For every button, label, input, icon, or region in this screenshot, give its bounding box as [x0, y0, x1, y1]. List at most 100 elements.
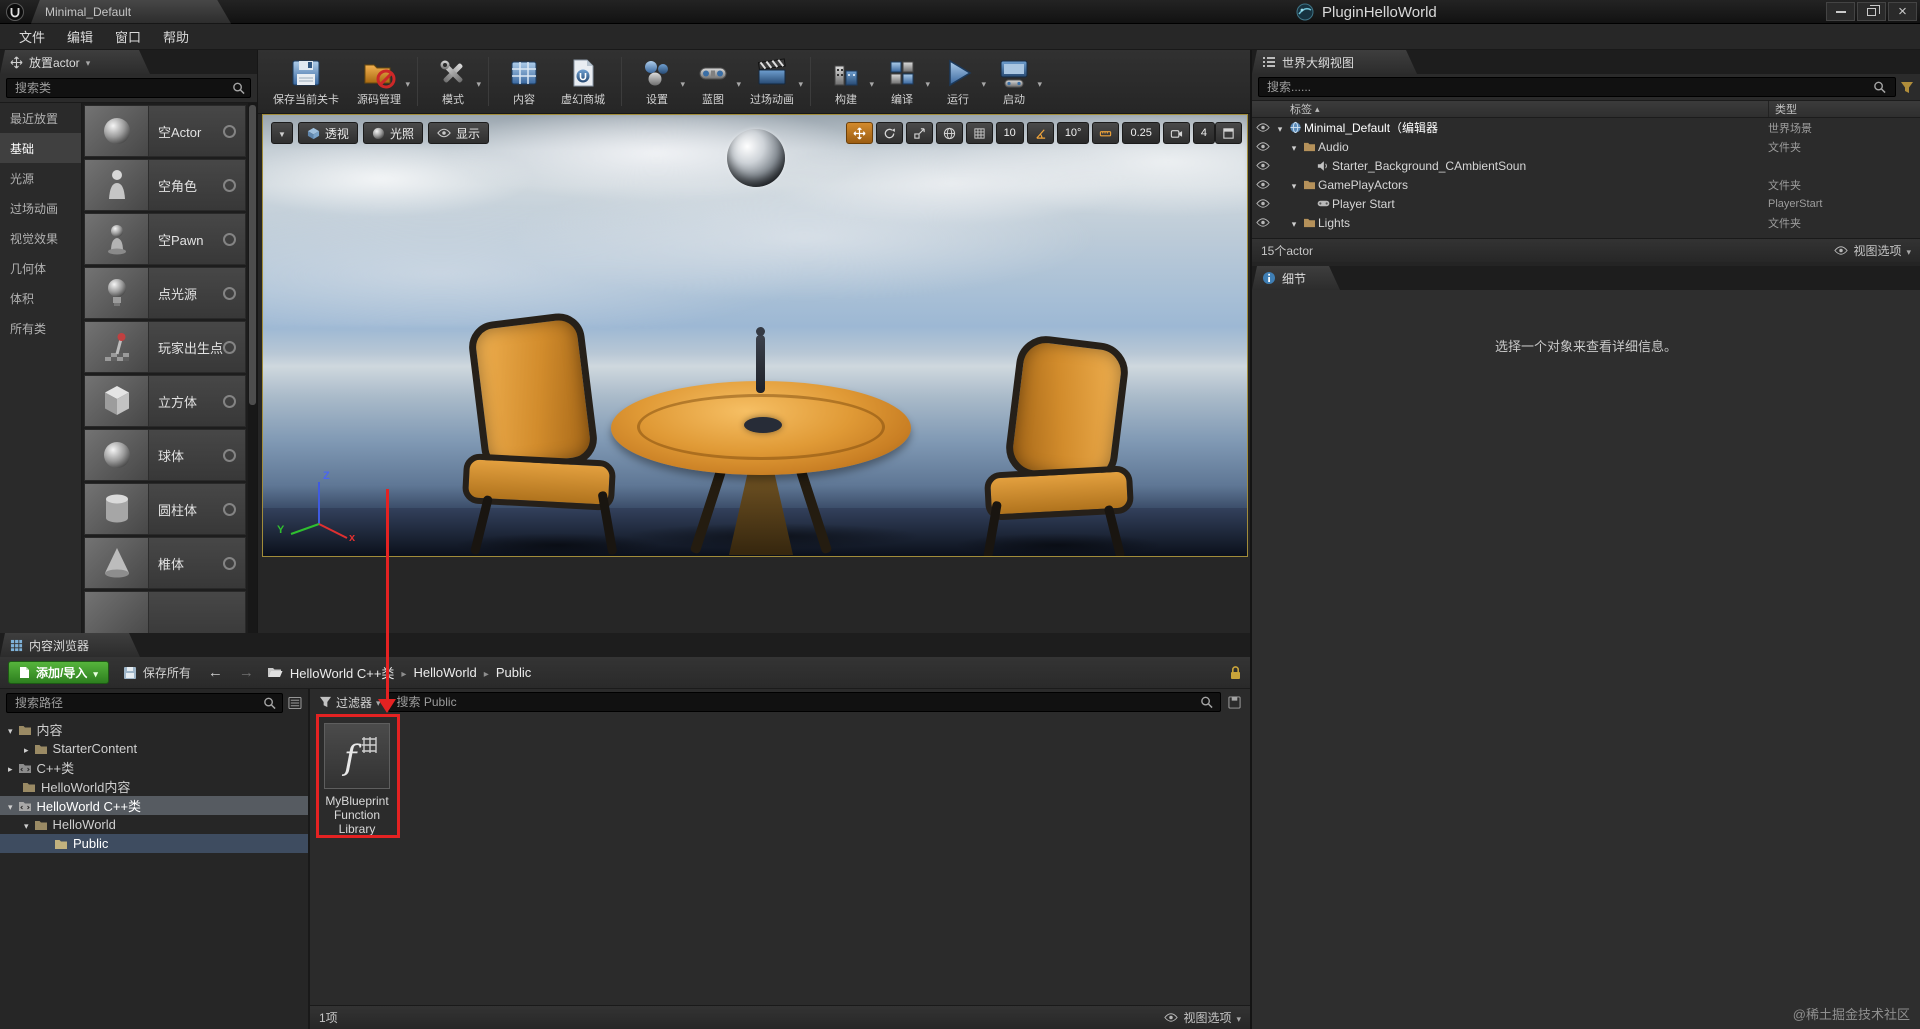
compile-button[interactable]: 编译 [874, 52, 930, 111]
visibility-eye-icon[interactable] [1252, 161, 1274, 170]
breadcrumb-item[interactable]: Public [496, 665, 531, 680]
tree-item-helloworld-content[interactable]: HelloWorld内容 [0, 777, 308, 796]
expand-arrow-icon[interactable] [1288, 140, 1300, 154]
outliner-search-input[interactable] [1258, 77, 1896, 97]
drag-handle-icon[interactable] [223, 502, 236, 516]
add-import-button[interactable]: 添加/导入 [8, 661, 109, 684]
visibility-eye-icon[interactable] [1252, 218, 1274, 227]
build-button[interactable]: 构建 [818, 52, 874, 111]
drag-handle-icon[interactable] [223, 178, 236, 192]
close-button[interactable] [1888, 2, 1917, 21]
class-search-input[interactable] [6, 78, 251, 98]
scale-snap-value[interactable]: 0.25 [1122, 122, 1160, 144]
scrollbar-thumb[interactable] [249, 105, 256, 405]
category-all-classes[interactable]: 所有类 [0, 313, 81, 343]
forward-arrow-button[interactable]: → [236, 664, 257, 681]
list-item-cube[interactable]: 立方体 [84, 375, 246, 427]
view-mode-button[interactable]: 透视 [297, 122, 358, 144]
list-item-cylinder[interactable]: 圆柱体 [84, 483, 246, 535]
category-recent[interactable]: 最近放置 [0, 103, 81, 133]
expand-arrow-icon[interactable] [24, 817, 29, 832]
menu-file[interactable]: 文件 [8, 23, 56, 50]
list-item-player-start[interactable]: 玩家出生点 [84, 321, 246, 373]
tree-item-public[interactable]: Public [0, 834, 308, 853]
blueprints-button[interactable]: 蓝图 [685, 52, 741, 111]
place-actors-scrollbar[interactable] [248, 103, 257, 633]
visibility-eye-icon[interactable] [1252, 142, 1274, 151]
outliner-filter-icon[interactable] [1900, 81, 1914, 94]
save-level-button[interactable]: 保存当前关卡 [264, 52, 348, 111]
breadcrumb-item[interactable]: HelloWorld [413, 665, 476, 680]
breadcrumb-item[interactable]: HelloWorld C++类 [290, 663, 395, 682]
expand-arrow-icon[interactable] [8, 760, 13, 775]
outliner-row-audio[interactable]: Audio 文件夹 [1252, 137, 1920, 156]
category-volumes[interactable]: 体积 [0, 283, 81, 313]
grid-snap-value[interactable]: 10 [995, 122, 1024, 144]
scale-snap-button[interactable] [1092, 122, 1120, 144]
rotate-tool-button[interactable] [875, 122, 903, 144]
view-options-button[interactable]: 视图选项 [1853, 242, 1901, 259]
place-actors-tab[interactable]: 放置actor [0, 50, 150, 74]
category-visual-effects[interactable]: 视觉效果 [0, 223, 81, 253]
cinematics-button[interactable]: 过场动画 [741, 52, 803, 111]
modes-button[interactable]: 模式 [425, 52, 481, 111]
drag-handle-icon[interactable] [223, 448, 236, 462]
tree-item-content[interactable]: 内容 [0, 720, 308, 739]
viewport-options-button[interactable] [271, 122, 293, 144]
level-tab[interactable]: Minimal_Default [31, 0, 231, 24]
outliner-row-level[interactable]: Minimal_Default（编辑器 世界场景 [1252, 118, 1920, 137]
tree-item-starter-content[interactable]: StarterContent [0, 739, 308, 758]
world-local-toggle-button[interactable] [935, 122, 963, 144]
angle-snap-button[interactable] [1026, 122, 1054, 144]
back-arrow-button[interactable]: ← [205, 664, 226, 681]
asset-search-input[interactable] [387, 692, 1221, 712]
angle-snap-value[interactable]: 10° [1056, 122, 1090, 144]
list-item-cone[interactable]: 椎体 [84, 537, 246, 589]
viewport[interactable]: 透视 光照 显示 10 10° [262, 114, 1248, 557]
content-button[interactable]: 内容 [496, 52, 552, 111]
drag-handle-icon[interactable] [223, 124, 236, 138]
camera-speed-value[interactable]: 4 [1192, 122, 1215, 144]
maximize-viewport-button[interactable] [1215, 122, 1242, 144]
list-item-empty-actor[interactable]: 空Actor [84, 105, 246, 157]
lit-mode-button[interactable]: 光照 [362, 122, 423, 144]
outliner-row-player-start[interactable]: Player Start PlayerStart [1252, 194, 1920, 213]
expand-arrow-icon[interactable] [8, 798, 13, 813]
expand-arrow-icon[interactable] [1288, 216, 1300, 230]
expand-arrow-icon[interactable] [1288, 178, 1300, 192]
launch-button[interactable]: 启动 [986, 52, 1042, 111]
content-browser-tab[interactable]: 内容浏览器 [0, 633, 140, 657]
drag-handle-icon[interactable] [223, 340, 236, 354]
tree-item-cpp-classes[interactable]: C++类 [0, 758, 308, 777]
source-control-button[interactable]: 源码管理 [348, 52, 410, 111]
filters-button[interactable]: 过滤器 [319, 694, 381, 711]
lock-icon[interactable] [1229, 665, 1242, 680]
restore-button[interactable] [1857, 2, 1886, 21]
outliner-row-lights[interactable]: Lights 文件夹 [1252, 213, 1920, 232]
category-lights[interactable]: 光源 [0, 163, 81, 193]
expand-arrow-icon[interactable] [8, 722, 13, 737]
details-tab[interactable]: 细节 [1252, 266, 1340, 290]
expand-arrow-icon[interactable] [1274, 121, 1286, 135]
expand-arrow-icon[interactable] [24, 741, 29, 756]
path-search-input[interactable] [6, 693, 284, 713]
minimize-button[interactable] [1826, 2, 1855, 21]
outliner-row-ambient-sound[interactable]: Starter_Background_CAmbientSoun [1252, 156, 1920, 175]
category-basic[interactable]: 基础 [0, 133, 81, 163]
menu-window[interactable]: 窗口 [104, 23, 152, 50]
list-item-point-light[interactable]: 点光源 [84, 267, 246, 319]
scale-tool-button[interactable] [905, 122, 933, 144]
list-item-sphere[interactable]: 球体 [84, 429, 246, 481]
marketplace-button[interactable]: 虚幻商城 [552, 52, 614, 111]
category-geometry[interactable]: 几何体 [0, 253, 81, 283]
list-item-empty-pawn[interactable]: 空Pawn [84, 213, 246, 265]
drag-handle-icon[interactable] [223, 556, 236, 570]
category-cinematic[interactable]: 过场动画 [0, 193, 81, 223]
list-item-empty-character[interactable]: 空角色 [84, 159, 246, 211]
view-options-button[interactable]: 视图选项 [1183, 1009, 1231, 1026]
sources-list-icon[interactable] [288, 696, 302, 710]
menu-edit[interactable]: 编辑 [56, 23, 104, 50]
visibility-eye-icon[interactable] [1252, 180, 1274, 189]
visibility-eye-icon[interactable] [1252, 123, 1274, 132]
settings-button[interactable]: 设置 [629, 52, 685, 111]
